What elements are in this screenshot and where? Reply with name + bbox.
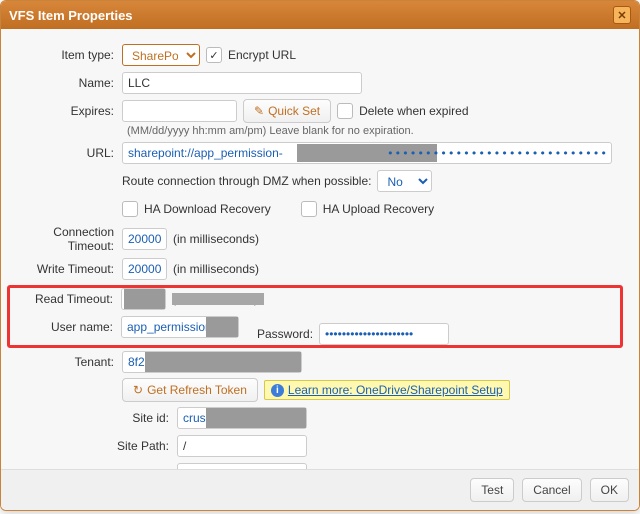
delete-expired-label: Delete when expired [359, 104, 468, 118]
encrypt-url-label: Encrypt URL [228, 48, 296, 62]
conn-timeout-input[interactable] [122, 228, 167, 250]
item-type-select[interactable]: SharePoint [122, 44, 200, 66]
drive-name-input[interactable] [177, 463, 307, 469]
url-label: URL: [7, 146, 122, 160]
conn-timeout-label: Connection Timeout: [7, 225, 122, 253]
tenant-label: Tenant: [7, 355, 122, 369]
username-redaction [206, 317, 238, 337]
ha-download-label: HA Download Recovery [144, 202, 271, 216]
site-path-input[interactable] [177, 435, 307, 457]
ok-button[interactable]: OK [590, 478, 629, 502]
site-path-label: Site Path: [7, 439, 177, 453]
password-input[interactable] [319, 323, 449, 345]
vfs-properties-dialog: VFS Item Properties ✕ Item type: SharePo… [0, 0, 640, 511]
ha-upload-checkbox[interactable] [301, 201, 317, 217]
learn-more-banner: i Learn more: OneDrive/Sharepoint Setup [264, 380, 510, 400]
password-label: Password: [257, 327, 319, 341]
dialog-title: VFS Item Properties [9, 8, 133, 23]
username-label: User name: [10, 320, 121, 334]
ha-upload-label: HA Upload Recovery [323, 202, 434, 216]
info-icon: i [271, 384, 284, 397]
quick-set-button[interactable]: Quick Set [243, 99, 331, 123]
test-button[interactable]: Test [470, 478, 514, 502]
dialog-footer: Test Cancel OK [1, 469, 639, 510]
close-button[interactable]: ✕ [613, 6, 631, 24]
dialog-titlebar: VFS Item Properties ✕ [1, 1, 639, 29]
read-timeout-label: Read Timeout: [10, 292, 121, 306]
url-masked-tail: ••••••••••••••••••••••••••••• [387, 142, 608, 164]
site-id-label: Site id: [7, 411, 177, 425]
write-timeout-label: Write Timeout: [7, 262, 122, 276]
get-refresh-token-button[interactable]: Get Refresh Token [122, 378, 258, 402]
name-input[interactable] [122, 72, 362, 94]
item-type-label: Item type: [7, 48, 122, 62]
ha-download-checkbox[interactable] [122, 201, 138, 217]
conn-timeout-unit: (in milliseconds) [173, 232, 259, 246]
cancel-button[interactable]: Cancel [522, 478, 581, 502]
expires-label: Expires: [7, 104, 122, 118]
drive-name-label: Drive name: [7, 467, 177, 469]
learn-more-link[interactable]: Learn more: OneDrive/Sharepoint Setup [288, 383, 503, 397]
expires-note: (MM/dd/yyyy hh:mm am/pm) Leave blank for… [127, 125, 623, 137]
pencil-icon [254, 104, 264, 118]
write-timeout-unit: (in milliseconds) [173, 262, 259, 276]
dialog-body: Item type: SharePoint ✓ Encrypt URL Name… [1, 29, 639, 469]
expires-input[interactable] [122, 100, 237, 122]
site-id-redaction [206, 408, 306, 428]
tenant-redaction [145, 352, 301, 372]
encrypt-url-checkbox[interactable]: ✓ [206, 47, 222, 63]
delete-expired-checkbox[interactable] [337, 103, 353, 119]
read-timeout-redaction [124, 289, 165, 309]
refresh-icon [133, 383, 143, 397]
dmz-select[interactable]: No [377, 170, 432, 192]
dmz-label: Route connection through DMZ when possib… [122, 174, 371, 188]
write-timeout-input[interactable] [122, 258, 167, 280]
name-label: Name: [7, 76, 122, 90]
